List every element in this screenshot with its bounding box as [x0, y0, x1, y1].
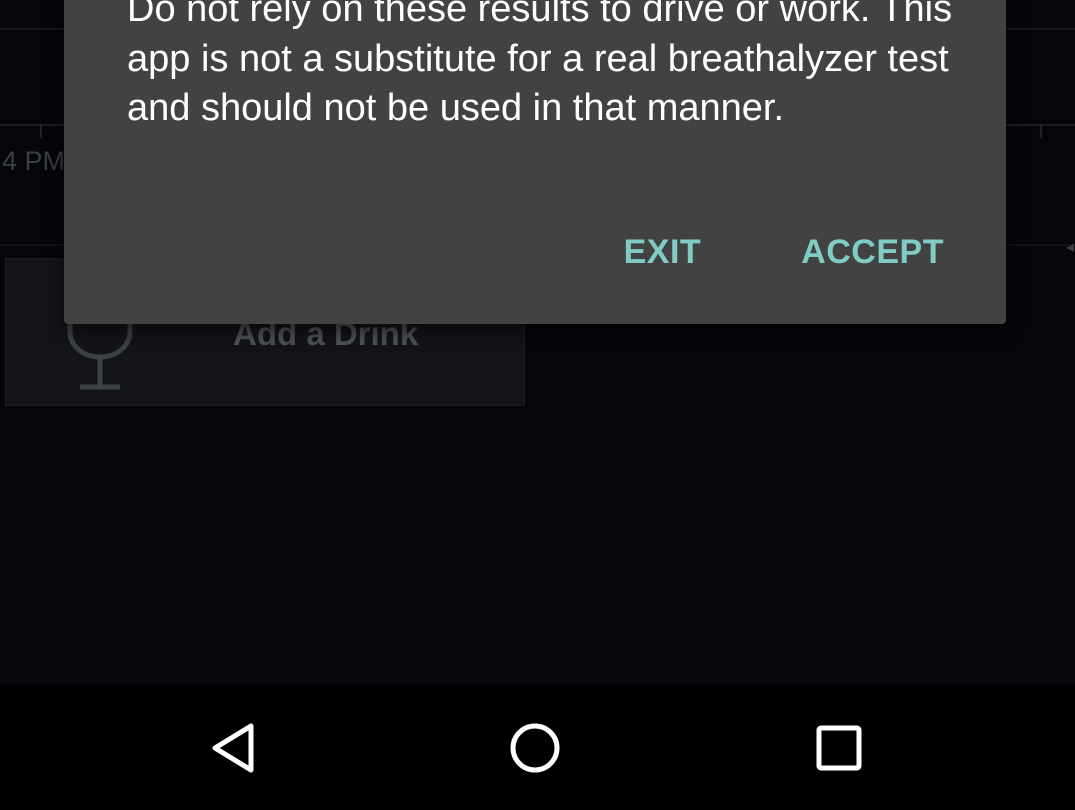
time-axis-label: 4 PM — [2, 146, 66, 176]
back-triangle-icon — [212, 723, 254, 773]
recent-apps-square-icon — [816, 725, 862, 771]
recent-apps-button[interactable] — [794, 710, 884, 786]
dialog-actions: EXIT ACCEPT — [602, 222, 966, 282]
navigation-bar — [0, 685, 1075, 810]
disclaimer-dialog: Do not rely on these results to drive or… — [64, 0, 1006, 324]
axis-tick — [40, 124, 42, 138]
accept-button[interactable]: ACCEPT — [779, 225, 966, 280]
exit-button[interactable]: EXIT — [602, 225, 724, 280]
dialog-message: Do not rely on these results to drive or… — [127, 0, 953, 129]
home-circle-icon — [510, 723, 560, 773]
screen: 4 PM ◂ Add a Drink Do not rely on these … — [0, 0, 1075, 810]
edge-arrow-icon: ◂ — [1066, 239, 1075, 256]
back-button[interactable] — [188, 710, 278, 786]
home-button[interactable] — [490, 710, 580, 786]
axis-tick — [1040, 124, 1042, 138]
